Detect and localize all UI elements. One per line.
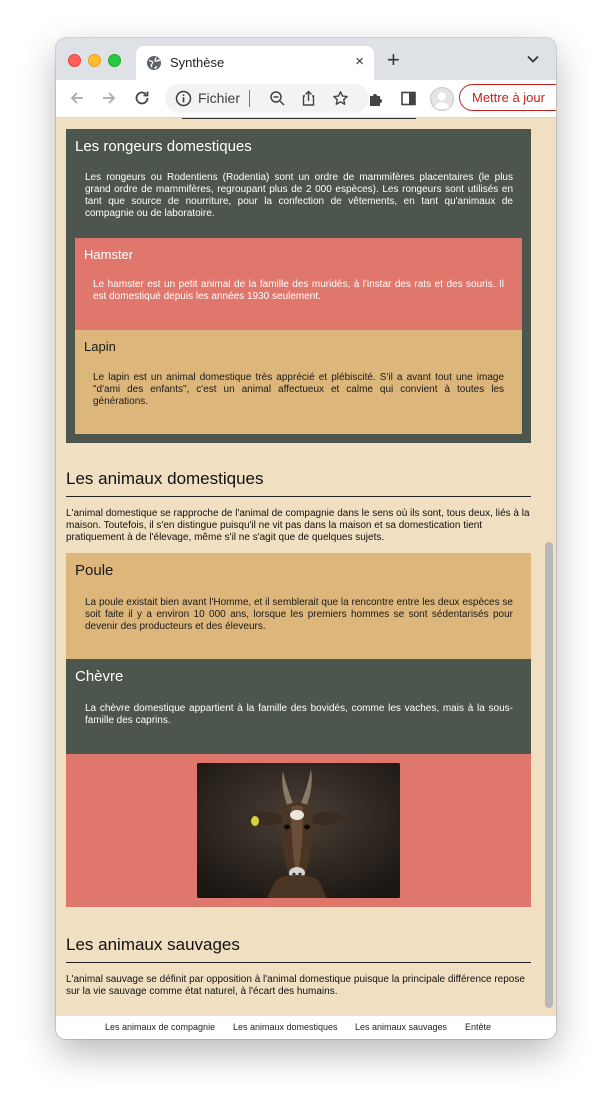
sauvages-heading: Les animaux sauvages xyxy=(66,935,531,963)
poule-text: La poule existait bien avant l'Homme, et… xyxy=(85,597,513,632)
page-viewport: Les rongeurs domestiques Les rongeurs ou… xyxy=(56,118,542,1016)
zoom-window-button[interactable] xyxy=(108,54,121,67)
footer-link-entete[interactable]: Entête xyxy=(465,1022,491,1032)
domestiques-heading: Les animaux domestiques xyxy=(66,469,531,497)
close-window-button[interactable] xyxy=(68,54,81,67)
new-tab-button[interactable]: + xyxy=(387,49,400,71)
address-text: Fichier xyxy=(198,90,241,106)
chevron-down-icon[interactable] xyxy=(526,52,540,66)
footer-link-domestiques[interactable]: Les animaux domestiques xyxy=(233,1022,338,1032)
chevre-text: La chèvre domestique appartient à la fam… xyxy=(85,703,513,726)
rongeurs-title: Les rongeurs domestiques xyxy=(75,138,252,155)
reload-icon[interactable] xyxy=(133,89,151,107)
chevre-image-panel xyxy=(66,754,531,907)
hamster-text: Le hamster est un petit animal de la fam… xyxy=(93,279,504,302)
footer-link-sauvages[interactable]: Les animaux sauvages xyxy=(355,1022,447,1032)
poule-title: Poule xyxy=(75,562,114,579)
share-icon[interactable] xyxy=(300,90,317,107)
scrollbar-thumb[interactable] xyxy=(545,542,553,1008)
tab-bar: Synthèse × + xyxy=(56,38,556,80)
sidebar-icon[interactable] xyxy=(400,90,417,107)
browser-window: Synthèse × + Fichier Mettre à jour Les r… xyxy=(56,38,556,1039)
image-bottom-edge xyxy=(182,118,416,119)
update-button[interactable]: Mettre à jour xyxy=(459,84,556,111)
address-bar[interactable]: Fichier xyxy=(165,84,369,113)
chevre-title: Chèvre xyxy=(75,668,124,685)
scrollbar[interactable] xyxy=(542,118,556,1016)
tab-close-button[interactable]: × xyxy=(355,53,364,71)
minimize-window-button[interactable] xyxy=(88,54,101,67)
bookmark-star-icon[interactable] xyxy=(332,90,349,107)
sauvages-text: L'animal sauvage se définit par oppositi… xyxy=(66,974,525,997)
info-icon[interactable] xyxy=(175,90,192,107)
zoom-out-icon[interactable] xyxy=(269,90,286,107)
hamster-card: Hamster Le hamster est un petit animal d… xyxy=(75,238,522,330)
chevre-card: Chèvre La chèvre domestique appartient à… xyxy=(66,659,531,754)
browser-toolbar: Fichier Mettre à jour xyxy=(56,80,556,118)
globe-icon xyxy=(147,56,161,70)
profile-avatar-icon[interactable] xyxy=(430,87,454,111)
poule-card: Poule La poule existait bien avant l'Hom… xyxy=(66,553,531,659)
lapin-title: Lapin xyxy=(84,339,116,354)
goat-photo xyxy=(197,763,400,898)
footer-nav: Les animaux de compagnie Les animaux dom… xyxy=(56,1016,556,1039)
tab-title: Synthèse xyxy=(170,55,225,70)
forward-arrow-icon[interactable] xyxy=(100,89,118,107)
lapin-text: Le lapin est un animal domestique très a… xyxy=(93,372,504,407)
domestiques-text: L'animal domestique se rapproche de l'an… xyxy=(66,508,530,543)
lapin-card: Lapin Le lapin est un animal domestique … xyxy=(75,330,522,434)
address-divider xyxy=(249,90,250,107)
rongeurs-section: Les rongeurs domestiques Les rongeurs ou… xyxy=(66,129,531,443)
rongeurs-text: Les rongeurs ou Rodentiens (Rodentia) so… xyxy=(85,172,513,219)
browser-tab[interactable]: Synthèse × xyxy=(136,46,374,80)
hamster-title: Hamster xyxy=(84,247,134,262)
back-arrow-icon[interactable] xyxy=(68,89,86,107)
footer-link-compagnie[interactable]: Les animaux de compagnie xyxy=(105,1022,215,1032)
extensions-puzzle-icon[interactable] xyxy=(368,90,385,107)
